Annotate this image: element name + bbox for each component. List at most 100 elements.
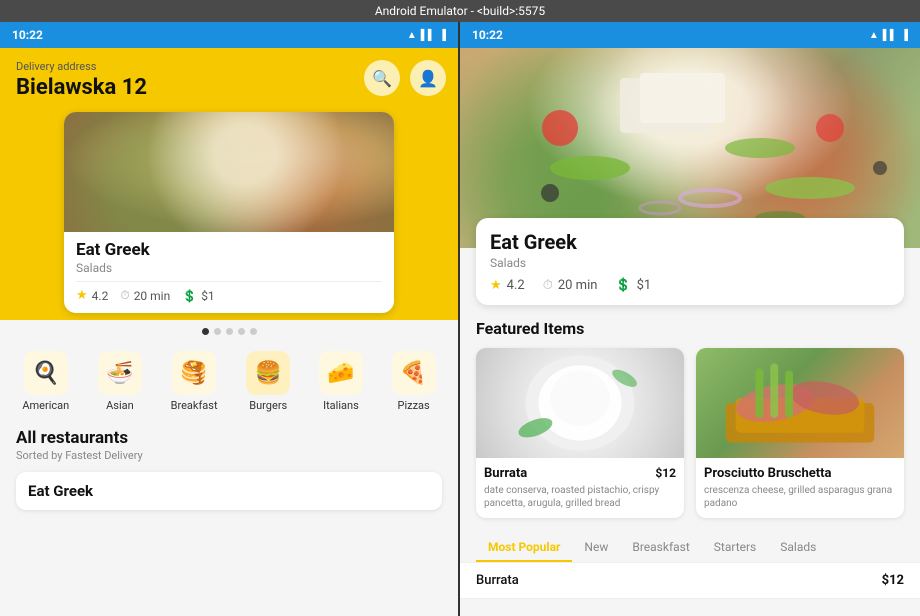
rest-info-meta: ★ 4.2 ⏱ 20 min 💲 $1 bbox=[490, 278, 890, 293]
burrata-svg bbox=[476, 348, 684, 458]
tab-salads[interactable]: Salads bbox=[768, 534, 828, 562]
time-value: 20 min bbox=[134, 289, 171, 303]
tab-most-popular[interactable]: Most Popular bbox=[476, 534, 572, 562]
tab-starters[interactable]: Starters bbox=[702, 534, 769, 562]
rating-value: 4.2 bbox=[92, 289, 109, 303]
burrata-name: Burrata bbox=[484, 466, 676, 481]
category-burgers[interactable]: 🍔 Burgers bbox=[246, 351, 290, 412]
price-meta-right: 💲 $1 bbox=[615, 278, 651, 293]
burrata-image bbox=[476, 348, 684, 458]
breakfast-label: Breakfast bbox=[171, 399, 218, 412]
card-meta: ★ 4.2 ⏱ 20 min 💲 $1 bbox=[76, 288, 382, 303]
bruschetta-image bbox=[696, 348, 904, 458]
left-panel: 10:22 ▲ ▌▌ ▐ Delivery address Bielawska … bbox=[0, 22, 460, 616]
dot-2[interactable] bbox=[214, 328, 221, 335]
dot-3[interactable] bbox=[226, 328, 233, 335]
category-italians[interactable]: 🧀 Italians bbox=[319, 351, 363, 412]
time-meta: ⏱ 20 min bbox=[120, 288, 170, 303]
restaurants-section: All restaurants Sorted by Fastest Delive… bbox=[0, 418, 458, 516]
card-divider bbox=[76, 281, 382, 282]
category-american[interactable]: 🍳 American bbox=[22, 351, 69, 412]
dot-1[interactable] bbox=[202, 328, 209, 335]
time-right: 10:22 bbox=[472, 28, 869, 42]
italians-label: Italians bbox=[323, 399, 359, 412]
status-bar-left: 10:22 ▲ ▌▌ ▐ bbox=[0, 22, 458, 48]
profile-button[interactable]: 👤 bbox=[410, 60, 446, 96]
time-meta-right: ⏱ 20 min bbox=[543, 278, 598, 293]
bruschetta-svg bbox=[696, 348, 904, 458]
american-icon: 🍳 bbox=[24, 351, 68, 395]
featured-card[interactable]: Eat Greek Salads ★ 4.2 ⏱ 20 min � bbox=[64, 112, 394, 313]
dot-4[interactable] bbox=[238, 328, 245, 335]
bruschetta-info: Prosciutto Bruschetta crescenza cheese, … bbox=[696, 458, 904, 518]
restaurant-info-card: Eat Greek Salads ★ 4.2 ⏱ 20 min 💲 $1 bbox=[476, 218, 904, 305]
search-button[interactable]: 🔍 bbox=[364, 60, 400, 96]
asian-label: Asian bbox=[106, 399, 134, 412]
burgers-label: Burgers bbox=[249, 399, 287, 412]
time-value-right: 20 min bbox=[558, 278, 598, 293]
restaurants-title: All restaurants bbox=[16, 428, 442, 448]
burrata-info: $12 Burrata date conserva, roasted pista… bbox=[476, 458, 684, 518]
featured-items-section: Featured Items bbox=[460, 305, 920, 526]
menu-item-price-burrata: $12 bbox=[882, 573, 904, 588]
status-icons-right: ▲ ▌▌ ▐ bbox=[869, 30, 908, 41]
price-icon-right: 💲 bbox=[615, 278, 631, 293]
title-bar: Android Emulator - <build>:5575 bbox=[0, 0, 920, 22]
price-meta: 💲 $1 bbox=[182, 289, 214, 303]
pizzas-label: Pizzas bbox=[398, 399, 430, 412]
rating-value-right: 4.2 bbox=[507, 278, 525, 293]
wifi-icon-right: ▲ bbox=[869, 30, 879, 41]
category-asian[interactable]: 🍜 Asian bbox=[98, 351, 142, 412]
rest-info-title: Eat Greek bbox=[490, 230, 890, 254]
dot-5[interactable] bbox=[250, 328, 257, 335]
signal-icon: ▌▌ bbox=[421, 30, 435, 41]
featured-card-info: Eat Greek Salads ★ 4.2 ⏱ 20 min � bbox=[64, 232, 394, 313]
item-card-burrata[interactable]: $12 Burrata date conserva, roasted pista… bbox=[476, 348, 684, 518]
rating-meta-right: ★ 4.2 bbox=[490, 278, 525, 293]
rating-meta: ★ 4.2 bbox=[76, 288, 108, 303]
featured-card-subtitle: Salads bbox=[76, 261, 382, 275]
american-label: American bbox=[22, 399, 69, 412]
bruschetta-desc: crescenza cheese, grilled asparagus gran… bbox=[704, 484, 896, 510]
tab-breakfast[interactable]: Breaskfast bbox=[620, 534, 701, 562]
restaurants-subtitle: Sorted by Fastest Delivery bbox=[16, 449, 442, 462]
food-image-overlay bbox=[64, 112, 394, 232]
clock-icon: ⏱ bbox=[120, 288, 129, 303]
price-icon: 💲 bbox=[182, 289, 197, 303]
featured-card-image bbox=[64, 112, 394, 232]
item-card-bruschetta[interactable]: Prosciutto Bruschetta crescenza cheese, … bbox=[696, 348, 904, 518]
burrata-desc: date conserva, roasted pistachio, crispy… bbox=[484, 484, 676, 510]
signal-icon-right: ▌▌ bbox=[883, 30, 897, 41]
featured-items-title: Featured Items bbox=[476, 319, 904, 338]
asian-icon: 🍜 bbox=[98, 351, 142, 395]
price-value: $1 bbox=[201, 289, 215, 303]
clock-icon-right: ⏱ bbox=[543, 278, 553, 293]
menu-item-name-burrata: Burrata bbox=[476, 573, 882, 588]
pizzas-icon: 🍕 bbox=[392, 351, 436, 395]
categories-row: 🍳 American 🍜 Asian 🥞 Breakfast 🍔 Burgers… bbox=[0, 341, 458, 418]
featured-items-row: $12 Burrata date conserva, roasted pista… bbox=[476, 348, 904, 518]
tab-new[interactable]: New bbox=[572, 534, 620, 562]
breakfast-icon: 🥞 bbox=[172, 351, 216, 395]
menu-item-burrata[interactable]: Burrata $12 bbox=[460, 563, 920, 599]
featured-card-title: Eat Greek bbox=[76, 240, 382, 260]
restaurant-name: Eat Greek bbox=[28, 482, 430, 500]
carousel-dots bbox=[0, 328, 458, 335]
wifi-icon: ▲ bbox=[407, 30, 417, 41]
italians-icon: 🧀 bbox=[319, 351, 363, 395]
yellow-header: Delivery address Bielawska 12 🔍 👤 bbox=[0, 48, 458, 100]
restaurant-item-eat-greek[interactable]: Eat Greek bbox=[16, 472, 442, 510]
status-icons-left: ▲ ▌▌ ▐ bbox=[407, 30, 446, 41]
burrata-price: $12 bbox=[655, 466, 676, 480]
price-value-right: $1 bbox=[637, 278, 652, 293]
title-bar-text: Android Emulator - <build>:5575 bbox=[375, 4, 545, 18]
bruschetta-name: Prosciutto Bruschetta bbox=[704, 466, 896, 481]
category-breakfast[interactable]: 🥞 Breakfast bbox=[171, 351, 218, 412]
burgers-icon: 🍔 bbox=[246, 351, 290, 395]
star-icon-right: ★ bbox=[490, 278, 502, 293]
status-bar-right: 10:22 ▲ ▌▌ ▐ bbox=[460, 22, 920, 48]
rest-info-sub: Salads bbox=[490, 256, 890, 270]
battery-icon-right: ▐ bbox=[901, 30, 908, 41]
right-panel: 10:22 ▲ ▌▌ ▐ bbox=[460, 22, 920, 616]
category-pizzas[interactable]: 🍕 Pizzas bbox=[392, 351, 436, 412]
